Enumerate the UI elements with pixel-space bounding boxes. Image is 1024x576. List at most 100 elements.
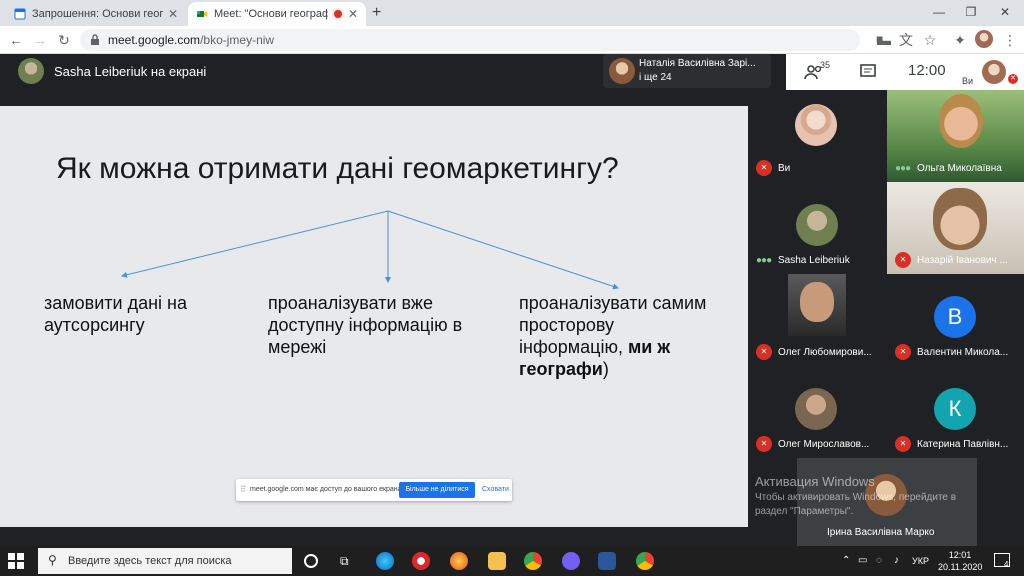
mic-off-icon: ✕ [756, 344, 772, 360]
task-view-icon[interactable]: ⧉ [340, 554, 349, 569]
file-explorer-icon[interactable] [488, 552, 506, 570]
people-preview[interactable]: Наталія Василівна Зарі... і ще 24 [603, 54, 771, 88]
tray-date: 20.11.2020 [938, 562, 983, 572]
participant-tile[interactable]: ✕ Олег Любомирови... [748, 274, 885, 366]
activation-watermark: Активация Windows Чтобы активировать Win… [755, 474, 1024, 534]
forward-icon[interactable]: → [30, 30, 50, 50]
arrow-left [121, 210, 389, 278]
mic-off-icon: ✕ [1008, 74, 1018, 84]
meet-controls: 35 12:00 Ви ✕ [786, 54, 1024, 90]
slide-title: Як можна отримати дані геомаркетингу? [56, 152, 619, 185]
slide-option-3-text: проаналізувати самим просторову інформац… [519, 293, 707, 357]
you-label: Ви [962, 76, 974, 86]
cortana-icon[interactable] [304, 554, 318, 568]
viber-icon[interactable] [562, 552, 580, 570]
calendar-icon [14, 8, 26, 20]
slide-option-3-end: ) [602, 359, 609, 379]
participant-name: Sasha Leiberiuk [778, 255, 850, 266]
minimize-icon[interactable]: — [924, 3, 954, 21]
participant-tile[interactable]: ●●● Sasha Leiberiuk [748, 182, 885, 274]
translate-icon[interactable]: 文 [896, 30, 916, 50]
avatar-initial: В [934, 296, 976, 338]
chat-icon[interactable] [860, 64, 876, 80]
avatar [795, 388, 837, 430]
avatar-initial: К [934, 388, 976, 430]
language-indicator[interactable]: УКР [912, 556, 929, 566]
mic-off-icon: ✕ [895, 252, 911, 268]
reload-icon[interactable]: ↻ [54, 30, 74, 50]
participant-tile[interactable]: ✕ Назарій Іванович ... [887, 182, 1024, 274]
mic-off-icon: ✕ [895, 436, 911, 452]
new-tab-button[interactable]: + [372, 4, 381, 22]
participant-name: Олег Мирославов... [778, 439, 870, 450]
edge-icon[interactable] [376, 552, 394, 570]
activation-text: Чтобы активировать Windows, перейдите в [755, 492, 957, 503]
chrome-icon[interactable] [636, 552, 654, 570]
avatar [795, 104, 837, 146]
presenter-label: Sasha Leiberiuk на екрані [54, 63, 207, 79]
meet-icon [197, 11, 207, 17]
mic-off-icon: ✕ [756, 160, 772, 176]
tab-invitation[interactable]: Запрошення: Основи географіч ✕ [6, 2, 186, 26]
tab-title: Запрошення: Основи географіч [32, 8, 164, 20]
tab-title: Meet: "Основи географічно [214, 8, 328, 20]
avatar [609, 58, 635, 84]
avatar [796, 204, 838, 246]
mic-off-icon: ✕ [895, 344, 911, 360]
shared-screen: Як можна отримати дані геомаркетингу? за… [0, 106, 748, 527]
participant-name: Олег Любомирови... [778, 347, 872, 358]
participant-tile[interactable]: ●●● Ольга Миколаївна [887, 90, 1024, 182]
url-host: meet.google.com [108, 33, 201, 47]
participant-name: Ольга Миколаївна [917, 163, 1002, 174]
battery-icon[interactable]: ▭ [858, 555, 867, 566]
participant-face [939, 94, 983, 148]
drag-handle-icon[interactable]: ⠿ [240, 485, 246, 494]
participant-face [933, 188, 987, 250]
volume-icon[interactable]: ♪ [894, 555, 899, 566]
network-icon[interactable]: ◌ [876, 555, 882, 566]
recording-icon [331, 8, 344, 20]
back-icon[interactable]: ← [6, 30, 26, 50]
notification-count: 4 [1004, 560, 1009, 569]
avatar [18, 58, 44, 84]
slide-option-3: проаналізувати самим просторову інформац… [519, 292, 719, 380]
search-icon: ⚲ [48, 553, 57, 567]
windows-start-icon[interactable] [8, 553, 24, 569]
avatar[interactable] [982, 60, 1006, 84]
address-bar[interactable]: meet.google.com/bko-jmey-niw ■ [80, 29, 883, 51]
participant-tile-you[interactable]: ✕ Ви [748, 90, 885, 182]
taskbar-search[interactable]: ⚲ Введите здесь текст для поиска [38, 548, 292, 574]
close-window-icon[interactable]: ✕ [990, 3, 1020, 21]
participant-count: 35 [820, 60, 831, 70]
tray-time: 12:01 [948, 550, 972, 560]
slide-option-1: замовити дані на аутсорсингу [44, 293, 187, 335]
share-message: meet.google.com має доступ до вашого екр… [250, 486, 404, 493]
hide-button[interactable]: Сховати [482, 486, 509, 493]
participant-tile[interactable]: К ✕ Катерина Павлівн... [887, 366, 1024, 458]
chevron-up-icon[interactable]: ⌃ [842, 555, 850, 566]
participant-name: Назарій Іванович ... [917, 255, 1008, 266]
menu-icon[interactable]: ⋮ [1000, 30, 1020, 50]
participant-tile[interactable]: ✕ Олег Мирославов... [748, 366, 885, 458]
windows-taskbar: ⚲ Введите здесь текст для поиска ⧉ ⌃ ▭ ◌… [0, 546, 1024, 576]
restore-icon[interactable]: ❐ [956, 3, 986, 21]
close-tab-icon[interactable]: ✕ [168, 7, 178, 21]
mic-off-icon: ✕ [756, 436, 772, 452]
video-icon[interactable]: ▬ [874, 30, 894, 50]
browser-toolbar: ← → ↻ meet.google.com/bko-jmey-niw ■ ▬ 文… [0, 26, 1024, 54]
participant-tile[interactable]: В ✕ Валентин Микола... [887, 274, 1024, 366]
profile-avatar[interactable] [975, 30, 993, 48]
tab-meet[interactable]: Meet: "Основи географічно ✕ [188, 2, 366, 26]
star-icon[interactable]: ☆ [920, 30, 940, 50]
activation-title: Активация Windows [755, 474, 875, 489]
extensions-icon[interactable]: ✦ [950, 30, 970, 50]
tray-clock[interactable]: 12:01 20.11.2020 [938, 549, 982, 573]
firefox-icon[interactable] [450, 552, 468, 570]
stop-sharing-button[interactable]: Більше не ділитися [399, 482, 475, 498]
chrome-icon[interactable] [524, 552, 542, 570]
opera-icon[interactable] [412, 552, 430, 570]
lock-icon [91, 34, 99, 45]
word-icon[interactable] [598, 552, 616, 570]
close-tab-icon[interactable]: ✕ [348, 7, 358, 21]
url-text: meet.google.com/bko-jmey-niw [108, 33, 274, 47]
